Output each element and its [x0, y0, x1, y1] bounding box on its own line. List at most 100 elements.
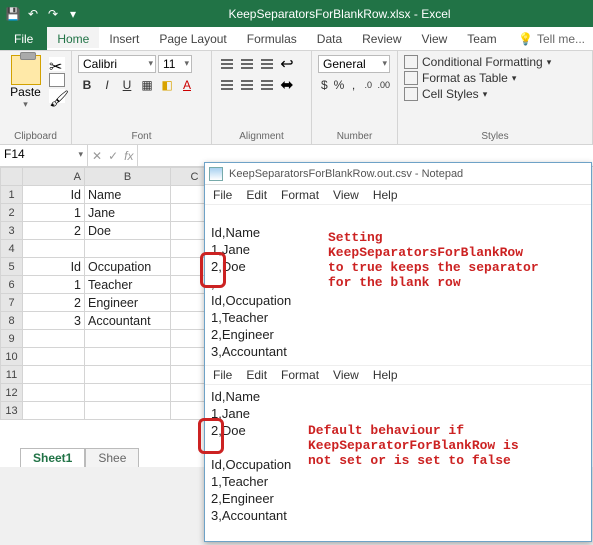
cell-b2[interactable]: Jane	[85, 204, 171, 222]
row-header-6[interactable]: 6	[1, 276, 23, 294]
cell-a7[interactable]: 2	[23, 294, 85, 312]
cell-a4[interactable]	[23, 240, 85, 258]
name-box[interactable]: F14	[0, 145, 88, 166]
cell-b1[interactable]: Name	[85, 186, 171, 204]
np2-menu-view[interactable]: View	[333, 367, 359, 383]
merge-button[interactable]: ⬌	[278, 76, 296, 94]
np-menu-help[interactable]: Help	[373, 188, 398, 202]
row-header-1[interactable]: 1	[1, 186, 23, 204]
cell-a13[interactable]	[23, 402, 85, 420]
tab-page-layout[interactable]: Page Layout	[149, 27, 236, 50]
cell-b5[interactable]: Occupation	[85, 258, 171, 276]
sheet-tab-active[interactable]: Sheet1	[20, 448, 85, 467]
row-header-3[interactable]: 3	[1, 222, 23, 240]
tab-insert[interactable]: Insert	[99, 27, 149, 50]
cell-styles-button[interactable]: Cell Styles▾	[404, 87, 551, 101]
align-top-button[interactable]	[218, 55, 236, 73]
copy-icon[interactable]	[49, 73, 65, 87]
cell-b11[interactable]	[85, 366, 171, 384]
tab-data[interactable]: Data	[307, 27, 352, 50]
fx-icon[interactable]: fx	[124, 149, 133, 163]
align-right-button[interactable]	[258, 76, 276, 94]
cell-a9[interactable]	[23, 330, 85, 348]
cell-b12[interactable]	[85, 384, 171, 402]
increase-decimal-button[interactable]: .0	[362, 76, 375, 94]
cell-a12[interactable]	[23, 384, 85, 402]
font-color-button[interactable]: A	[178, 76, 196, 94]
notepad-title-bar[interactable]: KeepSeparatorsForBlankRow.out.csv - Note…	[205, 163, 591, 185]
tab-file[interactable]: File	[0, 27, 47, 50]
tab-home[interactable]: Home	[47, 27, 99, 50]
row-header-4[interactable]: 4	[1, 240, 23, 258]
np2-menu-format[interactable]: Format	[281, 367, 319, 383]
cancel-icon[interactable]: ✕	[92, 149, 102, 163]
save-icon[interactable]: 💾	[4, 5, 22, 23]
redo-icon[interactable]: ↷	[44, 5, 62, 23]
conditional-formatting-button[interactable]: Conditional Formatting▾	[404, 55, 551, 69]
row-header-13[interactable]: 13	[1, 402, 23, 420]
tab-formulas[interactable]: Formulas	[237, 27, 307, 50]
format-painter-icon[interactable]: 🖌	[49, 89, 65, 103]
enter-icon[interactable]: ✓	[108, 149, 118, 163]
row-header-8[interactable]: 8	[1, 312, 23, 330]
cell-b4[interactable]	[85, 240, 171, 258]
italic-button[interactable]: I	[98, 76, 116, 94]
currency-button[interactable]: $	[318, 76, 331, 94]
format-as-table-button[interactable]: Format as Table▾	[404, 71, 551, 85]
row-header-10[interactable]: 10	[1, 348, 23, 366]
np2-menu-help[interactable]: Help	[373, 367, 398, 383]
percent-button[interactable]: %	[333, 76, 346, 94]
cell-b9[interactable]	[85, 330, 171, 348]
row-header-12[interactable]: 12	[1, 384, 23, 402]
cell-b3[interactable]: Doe	[85, 222, 171, 240]
row-header-5[interactable]: 5	[1, 258, 23, 276]
np-menu-format[interactable]: Format	[281, 188, 319, 202]
cell-a3[interactable]: 2	[23, 222, 85, 240]
fill-color-button[interactable]: ◧	[158, 76, 176, 94]
bold-button[interactable]: B	[78, 76, 96, 94]
font-size-dropdown[interactable]: 11	[158, 55, 192, 73]
cell-b8[interactable]: Accountant	[85, 312, 171, 330]
align-middle-button[interactable]	[238, 55, 256, 73]
undo-icon[interactable]: ↶	[24, 5, 42, 23]
wrap-text-button[interactable]: ↩	[278, 55, 296, 73]
number-format-dropdown[interactable]: General	[318, 55, 390, 73]
np2-menu-edit[interactable]: Edit	[246, 367, 267, 383]
np-menu-file[interactable]: File	[213, 188, 232, 202]
qat-more-icon[interactable]: ▾	[64, 5, 82, 23]
row-header-2[interactable]: 2	[1, 204, 23, 222]
row-header-9[interactable]: 9	[1, 330, 23, 348]
col-header-b[interactable]: B	[85, 168, 171, 186]
cell-b13[interactable]	[85, 402, 171, 420]
col-header-a[interactable]: A	[23, 168, 85, 186]
row-header-11[interactable]: 11	[1, 366, 23, 384]
tab-view[interactable]: View	[412, 27, 458, 50]
paste-button[interactable]: Paste ▾	[6, 55, 45, 129]
align-center-button[interactable]	[238, 76, 256, 94]
row-header-7[interactable]: 7	[1, 294, 23, 312]
select-all-corner[interactable]	[1, 168, 23, 186]
np2-menu-file[interactable]: File	[213, 367, 232, 383]
cell-b6[interactable]: Teacher	[85, 276, 171, 294]
tab-review[interactable]: Review	[352, 27, 411, 50]
align-left-button[interactable]	[218, 76, 236, 94]
cell-a11[interactable]	[23, 366, 85, 384]
np-menu-view[interactable]: View	[333, 188, 359, 202]
comma-button[interactable]: ,	[347, 76, 360, 94]
tab-team[interactable]: Team	[457, 27, 506, 50]
sheet-tab-next[interactable]: Shee	[85, 448, 139, 467]
cell-b7[interactable]: Engineer	[85, 294, 171, 312]
underline-button[interactable]: U	[118, 76, 136, 94]
cell-a8[interactable]: 3	[23, 312, 85, 330]
cell-a2[interactable]: 1	[23, 204, 85, 222]
cell-a10[interactable]	[23, 348, 85, 366]
tell-me[interactable]: 💡 Tell me...	[510, 27, 593, 50]
align-bottom-button[interactable]	[258, 55, 276, 73]
cell-a5[interactable]: Id	[23, 258, 85, 276]
decrease-decimal-button[interactable]: .00	[377, 76, 392, 94]
np-menu-edit[interactable]: Edit	[246, 188, 267, 202]
font-name-dropdown[interactable]: Calibri	[78, 55, 156, 73]
cut-icon[interactable]: ✂	[49, 57, 65, 71]
border-button[interactable]: ▦	[138, 76, 156, 94]
cell-a6[interactable]: 1	[23, 276, 85, 294]
